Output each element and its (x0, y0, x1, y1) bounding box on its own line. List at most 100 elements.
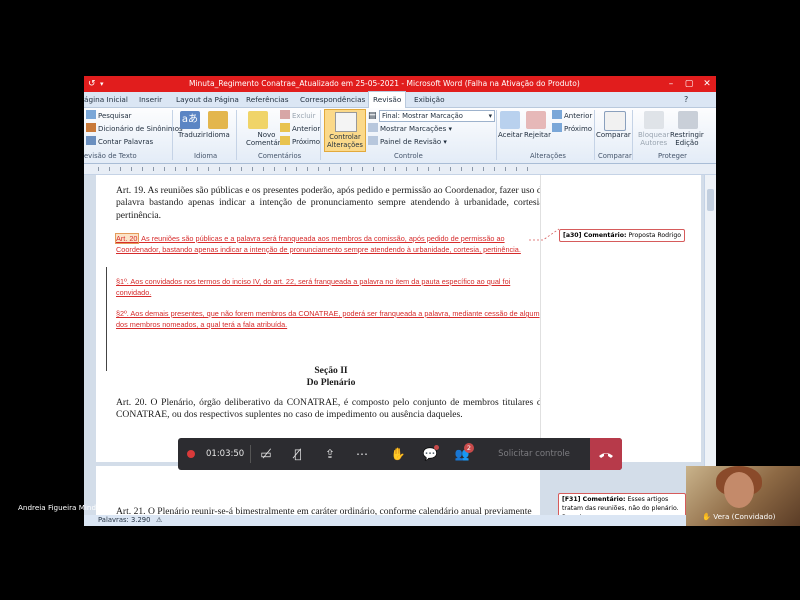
horizontal-ruler[interactable] (84, 164, 716, 175)
tab-inserir[interactable]: Inserir (139, 92, 162, 107)
previous-comment-button[interactable]: Anterior (280, 123, 320, 133)
request-control-button[interactable]: Solicitar controle (478, 438, 590, 470)
section-title: Seção II (314, 365, 348, 376)
compare-icon (604, 111, 626, 131)
show-markup-button[interactable]: Mostrar Marcações ▾ (368, 123, 452, 133)
accept-button[interactable]: Aceitar (498, 131, 523, 139)
review-pane-icon (368, 136, 378, 145)
group-proofing-label: evisão de Texto (84, 152, 137, 160)
participants-badge: 2 (464, 443, 474, 453)
research-button[interactable]: Pesquisar (86, 110, 132, 120)
block-authors-button[interactable]: Bloquear Autores (638, 131, 669, 147)
comment-a30[interactable]: [a30] Comentário: Proposta Rodrigo (559, 229, 686, 242)
scrollbar-thumb[interactable] (707, 189, 714, 211)
tab-pagina-inicial[interactable]: ágina Inicial (84, 92, 128, 107)
help-icon[interactable]: ? (684, 92, 688, 107)
group-compare-label: Comparar (598, 152, 632, 160)
camera-off-icon: ▭̸ (260, 447, 272, 461)
track-changes-icon (335, 112, 357, 132)
tab-revisao[interactable]: Revisão (368, 91, 407, 108)
hang-up-button[interactable] (590, 438, 622, 470)
compare-button[interactable]: Comparar (596, 131, 631, 139)
recording-icon (187, 450, 195, 458)
camera-off-button[interactable]: ▭̸ (250, 438, 282, 470)
window-title: Minuta_Regimento Conatrae_Atualizado em … (189, 79, 580, 88)
previous-change-button[interactable]: Anterior (552, 110, 592, 120)
inserted-article-20: Art. 20. As reuniões são públicas e a pa… (115, 233, 521, 254)
raise-hand-button[interactable]: ✋ (382, 438, 414, 470)
delete-comment-button[interactable]: Excluir (280, 110, 316, 120)
phone-hangup-icon (599, 453, 613, 458)
inserted-article-20-text: . As reuniões são públicas e a palavra s… (116, 234, 521, 254)
language-button[interactable]: Idioma (206, 131, 230, 139)
quick-access-dropdown-icon[interactable]: ▾ (100, 76, 104, 92)
close-icon[interactable]: ✕ (698, 76, 716, 92)
previous-comment-icon (280, 123, 290, 132)
group-tracking-label: Controle (394, 152, 423, 160)
article-19: Art. 19. As reuniões são públicas e os p… (116, 185, 546, 221)
word-count-button[interactable]: Contar Palavras (86, 136, 153, 146)
tab-layout[interactable]: Layout da Página (176, 92, 239, 107)
title-bar: ↺ ▾ Minuta_Regimento Conatrae_Atualizado… (84, 76, 716, 92)
word-count-status[interactable]: Palavras: 3.290 (98, 515, 150, 526)
chat-button[interactable]: 💬 (414, 438, 446, 470)
tab-correspondencias[interactable]: Correspondências (300, 92, 365, 107)
ribbon-tabs: ágina Inicial Inserir Layout da Página R… (84, 91, 716, 108)
new-comment-icon (248, 111, 268, 129)
proofing-status-icon[interactable]: ⚠ (156, 515, 162, 526)
more-options-button[interactable]: ⋯ (346, 438, 378, 470)
comment-margin: [a30] Comentário: Proposta Rodrigo (529, 175, 701, 462)
chevron-down-icon: ▾ (488, 112, 492, 120)
restrict-editing-button[interactable]: Restringir Edição (670, 131, 704, 147)
change-bar (106, 267, 107, 371)
inserted-paragraph-1: §1º. Aos convidados nos termos do inciso… (116, 277, 511, 297)
display-for-review-select[interactable]: Final: Mostrar Marcação ▾ (379, 110, 495, 122)
vertical-scrollbar[interactable] (704, 175, 716, 515)
maximize-icon[interactable]: ▢ (680, 76, 698, 92)
undo-icon[interactable]: ↺ (88, 76, 96, 92)
accept-icon (500, 111, 520, 129)
group-language-label: Idioma (194, 152, 218, 160)
document-page[interactable]: Art. 19. As reuniões são públicas e os p… (96, 175, 546, 462)
reject-button[interactable]: Rejeitar (524, 131, 551, 139)
research-icon (86, 110, 96, 119)
group-protect-label: Proteger (658, 152, 687, 160)
ribbon: Pesquisar Dicionário de Sinônimos Contar… (84, 108, 716, 164)
book-icon (86, 123, 96, 132)
share-screen-button[interactable]: ⇪ (314, 438, 346, 470)
screen: { "window": {"title": "Minuta_Regimento … (0, 0, 800, 600)
group-changes-label: Alterações (530, 152, 566, 160)
tab-referencias[interactable]: Referências (246, 92, 289, 107)
next-comment-button[interactable]: Próximo (280, 136, 320, 146)
thesaurus-button[interactable]: Dicionário de Sinônimos (86, 123, 183, 133)
tab-exibicao[interactable]: Exibição (414, 92, 445, 107)
participant-name-left: Andreia Figueira Minduri (18, 503, 106, 512)
next-change-icon (552, 123, 562, 132)
comment-connector (529, 228, 559, 241)
participants-button[interactable]: 👥 (446, 438, 478, 470)
more-icon: ⋯ (356, 447, 368, 461)
document-page-2[interactable]: Art. 21. O Plenário reunir-se-á bimestra… (96, 466, 540, 515)
meeting-toolbar: 01:03:50 ▭̸ 🎙̸ ⇪ ⋯ ✋ 💬 👥 2 Solicitar con… (178, 438, 622, 470)
translate-button[interactable]: Traduzir (178, 131, 206, 139)
show-markup-icon (368, 123, 378, 132)
comment-f31[interactable]: [F31] Comentário: Esses artigos tratam d… (558, 493, 686, 515)
next-comment-icon (280, 136, 290, 145)
chat-badge (434, 445, 439, 450)
meeting-timer: 01:03:50 (206, 449, 245, 459)
status-bar: Palavras: 3.290 ⚠ (84, 515, 716, 526)
mic-off-button[interactable]: 🎙̸ (282, 438, 314, 470)
article-21: Art. 21. O Plenário reunir-se-á bimestra… (116, 506, 532, 515)
previous-change-icon (552, 110, 562, 119)
minimize-icon[interactable]: – (662, 76, 680, 92)
display-for-review-icon: ▤ (368, 111, 377, 121)
next-change-button[interactable]: Próximo (552, 123, 592, 133)
mic-off-icon: 🎙̸ (294, 447, 302, 461)
participant-video-name: ✋ Vera (Convidado) (702, 512, 776, 521)
block-authors-icon (644, 111, 664, 129)
track-changes-button[interactable]: Controlar Alterações (324, 109, 366, 152)
language-icon (208, 111, 228, 129)
review-pane-button[interactable]: Painel de Revisão ▾ (368, 136, 447, 146)
translate-icon: aあ (180, 111, 200, 129)
word-count-icon (86, 136, 96, 145)
